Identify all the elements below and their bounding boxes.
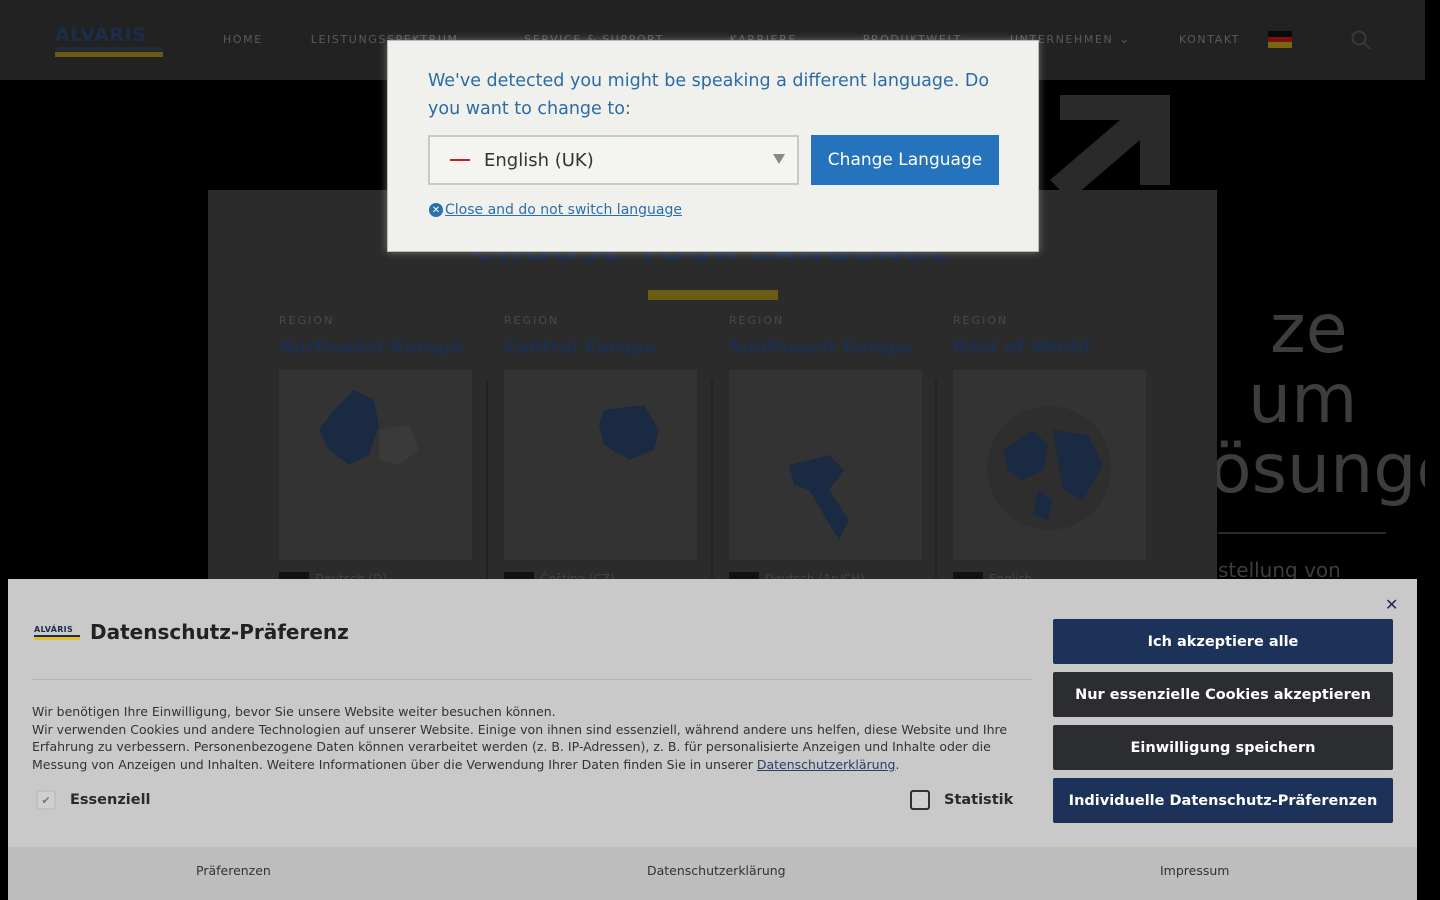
preferences-link[interactable]: Präferenzen bbox=[196, 863, 271, 878]
cookie-consent-banner: ✕ ALVÁRIS Datenschutz-Präferenz Wir benö… bbox=[8, 579, 1417, 900]
hero-line: ze bbox=[1270, 290, 1348, 369]
globe-icon bbox=[987, 406, 1111, 530]
nav-label: KONTAKT bbox=[1178, 32, 1241, 46]
save-consent-button[interactable]: Einwilligung speichern bbox=[1053, 725, 1393, 770]
cookie-logo: ALVÁRIS bbox=[34, 625, 80, 640]
region-card-rest-of-world[interactable]: REGION Rest of World bbox=[953, 314, 1146, 560]
cookie-body-paragraph: Wir verwenden Cookies und andere Technol… bbox=[32, 721, 1022, 774]
region-selector-panel: CHOOSE YOUR LANGUAGE REGION Northwest Eu… bbox=[208, 190, 1217, 610]
logo-text: ALVÁRIS bbox=[55, 24, 147, 46]
region-name: Rest of World bbox=[953, 337, 1091, 358]
search-icon[interactable] bbox=[1351, 30, 1371, 50]
region-map-northwest bbox=[279, 370, 472, 560]
close-circle-icon: ✕ bbox=[429, 203, 443, 217]
language-dialog-message: We've detected you might be speaking a d… bbox=[428, 71, 990, 119]
chevron-down-icon: ⌄ bbox=[1119, 32, 1131, 46]
accept-all-button[interactable]: Ich akzeptiere alle bbox=[1053, 619, 1393, 664]
change-language-button[interactable]: Change Language bbox=[811, 135, 999, 185]
checkbox-label: Essenziell bbox=[70, 792, 151, 808]
close-icon[interactable]: ✕ bbox=[1385, 595, 1398, 614]
hero-arrow-graphic bbox=[1050, 95, 1170, 200]
checkbox-label: Statistik bbox=[944, 792, 1014, 808]
region-label: REGION bbox=[279, 314, 335, 327]
region-card-northwest[interactable]: REGION Northwest Europe bbox=[279, 314, 472, 560]
individual-preferences-button[interactable]: Individuelle Datenschutz-Präferenzen bbox=[1053, 778, 1393, 823]
privacy-policy-link[interactable]: Datenschutzerklärung bbox=[757, 757, 896, 772]
cookie-description: Wir benötigen Ihre Einwilligung, bevor S… bbox=[32, 703, 1022, 773]
divider bbox=[32, 679, 1032, 680]
hero-line: um bbox=[1248, 360, 1358, 439]
europe-map-icon bbox=[319, 390, 419, 465]
nav-label: HOME bbox=[223, 32, 263, 46]
checkbox-statistik[interactable]: Statistik bbox=[910, 790, 1013, 810]
logo-stripe-yellow bbox=[55, 52, 163, 57]
logo-stripe-yellow bbox=[34, 637, 80, 640]
region-map-world bbox=[953, 370, 1146, 560]
hero-line: ösunge bbox=[1210, 430, 1425, 509]
close-no-switch-link[interactable]: ✕ Close and do not switch language bbox=[429, 202, 682, 218]
region-card-southwest[interactable]: REGION Southwest Europe bbox=[729, 314, 922, 560]
region-name: Central Europe bbox=[504, 337, 656, 358]
region-label: REGION bbox=[953, 314, 1009, 327]
region-label: REGION bbox=[504, 314, 560, 327]
imprint-link[interactable]: Impressum bbox=[1160, 863, 1229, 878]
cookie-footer: Präferenzen Datenschutzerklärung Impress… bbox=[8, 847, 1417, 900]
punctuation: . bbox=[895, 756, 900, 772]
checkbox-box bbox=[910, 790, 930, 810]
region-card-central[interactable]: REGION Central Europe bbox=[504, 314, 697, 560]
flag-stripe bbox=[1268, 42, 1292, 49]
hero-headline: ze um ösunge bbox=[1210, 295, 1425, 505]
language-switch-dialog: We've detected you might be speaking a d… bbox=[387, 40, 1039, 252]
uk-flag-icon bbox=[450, 154, 470, 166]
selected-language: English (UK) bbox=[484, 149, 594, 171]
nav-item-kontakt[interactable]: KONTAKT bbox=[1179, 32, 1240, 46]
region-separator bbox=[935, 380, 937, 590]
europe-map-icon bbox=[789, 455, 849, 540]
checkbox-essenziell[interactable]: ✔ Essenziell bbox=[36, 790, 151, 810]
logo-text: ALVÁRIS bbox=[34, 625, 74, 634]
region-separator bbox=[486, 380, 488, 590]
logo-stripe bbox=[55, 47, 163, 51]
language-select[interactable]: English (UK) bbox=[428, 135, 799, 185]
region-name: Northwest Europe bbox=[279, 337, 463, 358]
region-map-southwest bbox=[729, 370, 922, 560]
chevron-down-icon bbox=[773, 154, 785, 164]
hero-divider bbox=[1218, 532, 1386, 534]
check-icon: ✔ bbox=[36, 790, 56, 810]
nav-item-home[interactable]: HOME bbox=[223, 32, 263, 46]
privacy-link[interactable]: Datenschutzerklärung bbox=[647, 863, 786, 878]
german-flag-icon[interactable] bbox=[1268, 31, 1292, 49]
region-separator bbox=[711, 380, 713, 590]
region-map-central bbox=[504, 370, 697, 560]
region-name: Southwest Europe bbox=[729, 337, 915, 358]
essential-only-button[interactable]: Nur essenzielle Cookies akzeptieren bbox=[1053, 672, 1393, 717]
region-label: REGION bbox=[729, 314, 785, 327]
cookie-intro: Wir benötigen Ihre Einwilligung, bevor S… bbox=[32, 704, 556, 719]
site-logo[interactable]: ALVÁRIS bbox=[55, 24, 165, 57]
cookie-title: Datenschutz-Präferenz bbox=[90, 620, 349, 644]
europe-map-icon bbox=[599, 405, 659, 460]
close-link-label: Close and do not switch language bbox=[445, 202, 682, 218]
title-accent-bar bbox=[648, 290, 778, 300]
